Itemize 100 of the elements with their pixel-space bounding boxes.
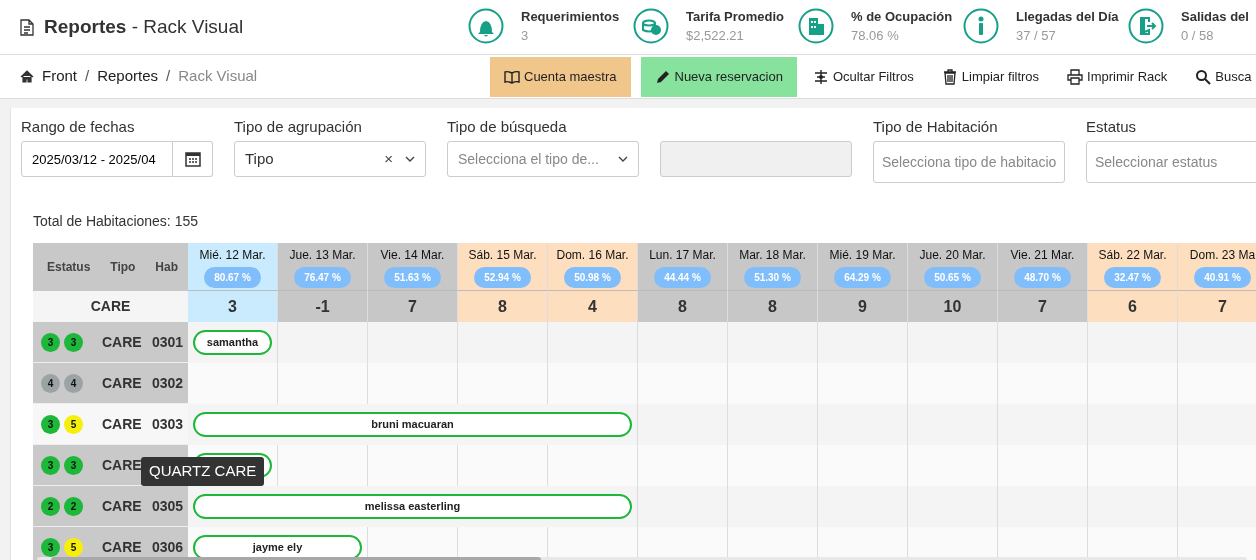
calendar-cell[interactable]	[458, 445, 548, 486]
calendar-cell[interactable]	[908, 404, 998, 445]
room-row-header[interactable]: 3 3 CARE 0301	[33, 322, 188, 363]
clear-icon[interactable]: ×	[384, 147, 393, 171]
date-header[interactable]: Sáb. 15 Mar. 52.94 %	[458, 243, 548, 291]
availability-count: 7	[998, 291, 1088, 322]
reservation-bar[interactable]: samantha	[193, 330, 272, 355]
calendar-cell[interactable]	[728, 322, 818, 363]
calendar-cell[interactable]	[458, 363, 548, 404]
availability-count: 8	[638, 291, 728, 322]
calendar-cell[interactable]	[278, 445, 368, 486]
select-field[interactable]: Selecciona el tipo de...	[447, 141, 639, 177]
calendar-cell[interactable]	[278, 322, 368, 363]
date-header[interactable]: Vie. 21 Mar. 48.70 %	[998, 243, 1088, 291]
calendar-cell[interactable]	[278, 363, 368, 404]
calendar-cell[interactable]	[818, 404, 908, 445]
breadcrumb-link[interactable]: Reportes	[97, 65, 159, 88]
calendar-cell[interactable]	[728, 404, 818, 445]
date-header[interactable]: Dom. 23 Ma 40.91 %	[1178, 243, 1256, 291]
occupancy-badge: 44.44 %	[654, 266, 711, 288]
date-header[interactable]: Vie. 14 Mar. 51.63 %	[368, 243, 458, 291]
date-header[interactable]: Dom. 16 Mar. 50.98 %	[548, 243, 638, 291]
calendar-cell[interactable]	[188, 363, 278, 404]
calendar-cell[interactable]	[728, 363, 818, 404]
date-range-field[interactable]: 2025/03/12 - 2025/04	[21, 141, 173, 177]
kpi-label: Salidas del	[1181, 8, 1249, 26]
calendar-cell[interactable]	[638, 363, 728, 404]
calendar-cell[interactable]	[368, 322, 458, 363]
calendar-cell[interactable]	[1088, 486, 1178, 527]
trash-icon	[941, 68, 958, 85]
calendar-cell[interactable]	[638, 486, 728, 527]
breadcrumb-separator: /	[85, 66, 90, 87]
filter-icon	[812, 68, 829, 85]
toolbar-button[interactable]: Busca	[1181, 56, 1256, 97]
filter-label: Tipo de Habitación	[873, 117, 999, 137]
kpi-value: 0 / 58	[1181, 27, 1215, 45]
calendar-cell[interactable]	[368, 363, 458, 404]
calendar-cell[interactable]	[728, 486, 818, 527]
date-header[interactable]: Jue. 20 Mar. 50.65 %	[908, 243, 998, 291]
calendar-cell[interactable]	[998, 322, 1088, 363]
calendar-cell[interactable]	[818, 322, 908, 363]
date-label: Sáb. 22 Mar.	[1098, 246, 1167, 264]
calendar-cell[interactable]	[1088, 322, 1178, 363]
date-header[interactable]: Mié. 19 Mar. 64.29 %	[818, 243, 908, 291]
toolbar-button[interactable]: Imprimir Rack	[1053, 56, 1182, 97]
date-label: Dom. 23 Ma	[1189, 246, 1256, 264]
calendar-cell[interactable]	[548, 363, 638, 404]
toolbar-button[interactable]: Cuenta maestra	[490, 56, 631, 97]
room-row-header[interactable]: 2 2 CARE 0305	[33, 486, 188, 527]
toolbar-button[interactable]: Ocultar Filtros	[798, 56, 928, 97]
calendar-cell[interactable]	[368, 445, 458, 486]
calendar-cell[interactable]	[1178, 445, 1256, 486]
status-dot: 5	[64, 537, 83, 557]
calendar-cell[interactable]	[998, 363, 1088, 404]
room-type: CARE	[102, 496, 143, 516]
calendar-cell[interactable]	[908, 322, 998, 363]
calendar-cell[interactable]	[1178, 322, 1256, 363]
calendar-button[interactable]	[173, 141, 213, 177]
calendar-cell[interactable]	[1088, 363, 1178, 404]
select-field[interactable]: Tipo ×	[234, 141, 426, 177]
room-row-header[interactable]: 4 4 CARE 0302	[33, 363, 188, 404]
kpi-value: $2,522.21	[686, 27, 745, 45]
calendar-cell[interactable]	[908, 445, 998, 486]
calendar-cell[interactable]	[818, 486, 908, 527]
date-header[interactable]: Lun. 17 Mar. 44.44 %	[638, 243, 728, 291]
calendar-cell[interactable]	[1088, 445, 1178, 486]
calendar-cell[interactable]	[638, 445, 728, 486]
calendar-cell[interactable]	[1178, 486, 1256, 527]
calendar-cell[interactable]	[998, 404, 1088, 445]
calendar-cell[interactable]	[458, 322, 548, 363]
calendar-cell[interactable]	[818, 445, 908, 486]
occupancy-badge: 50.98 %	[564, 266, 621, 288]
calendar-cell[interactable]	[548, 322, 638, 363]
calendar-cell[interactable]	[998, 486, 1088, 527]
calendar-cell[interactable]	[728, 445, 818, 486]
toolbar-button[interactable]: Limpiar filtros	[927, 56, 1054, 97]
calendar-cell[interactable]	[998, 445, 1088, 486]
toolbar-button[interactable]: Nueva reservacion	[640, 56, 797, 97]
calendar-cell[interactable]	[1088, 404, 1178, 445]
reservation-bar[interactable]: melissa easterling	[193, 494, 632, 519]
calendar-cell[interactable]	[908, 486, 998, 527]
reservation-bar[interactable]: bruni macuaran	[193, 412, 632, 437]
multiselect-field[interactable]: Seleccionar estatus	[1086, 141, 1256, 183]
calendar-cell[interactable]	[638, 322, 728, 363]
calendar-cell[interactable]	[908, 363, 998, 404]
calendar-cell[interactable]	[638, 404, 728, 445]
calendar-cell[interactable]	[1178, 363, 1256, 404]
calendar-cell[interactable]	[548, 445, 638, 486]
room-row-header[interactable]: 3 5 CARE 0303	[33, 404, 188, 445]
home-icon	[20, 70, 34, 83]
date-header[interactable]: Mié. 12 Mar. 80.67 %	[188, 243, 278, 291]
date-header[interactable]: Jue. 13 Mar. 76.47 %	[278, 243, 368, 291]
date-header[interactable]: Mar. 18 Mar. 51.30 %	[728, 243, 818, 291]
date-header[interactable]: Sáb. 22 Mar. 32.47 %	[1088, 243, 1178, 291]
calendar-cell[interactable]	[1178, 404, 1256, 445]
breadcrumb-link[interactable]: Front	[42, 65, 77, 88]
multiselect-field[interactable]: Selecciona tipo de habitacio	[873, 141, 1065, 183]
pencil-icon	[654, 68, 671, 85]
room-type: CARE	[102, 414, 143, 434]
calendar-cell[interactable]	[818, 363, 908, 404]
